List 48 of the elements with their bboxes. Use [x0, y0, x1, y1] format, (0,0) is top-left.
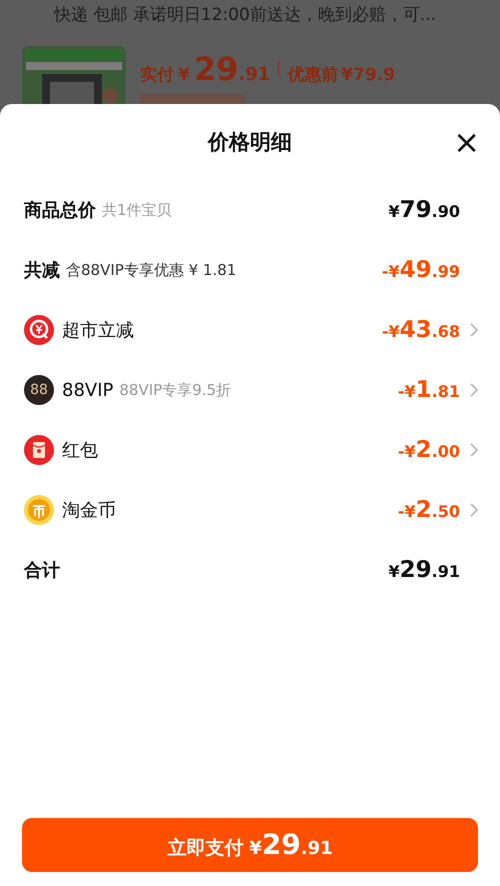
price-decimals: .90: [432, 202, 460, 221]
currency-sign: -¥: [398, 442, 416, 461]
row-label: 88VIP: [62, 380, 114, 400]
price-amount: 2: [416, 437, 432, 463]
vip-badge-icon: 88: [24, 375, 54, 405]
row-label: 合计: [24, 559, 60, 582]
chevron-right-icon[interactable]: [470, 323, 478, 337]
currency-sign: ¥: [388, 202, 400, 221]
price-amount: 2: [416, 497, 432, 523]
delivery-text: 快递 包邮 承诺明日12:00前送达，晚到必赔，可...: [52, 4, 438, 26]
original-price: ¥79.9: [341, 65, 396, 85]
envelope-icon: [24, 435, 54, 465]
paid-price-decimals: .91: [238, 64, 270, 85]
sheet-title: 价格明细: [208, 129, 292, 156]
row-note: 含88VIP专享优惠 ¥ 1.81: [66, 260, 236, 280]
price-decimals: .68: [432, 322, 460, 341]
row-label: 商品总价: [24, 199, 96, 222]
price-decimals: .91: [432, 562, 460, 581]
chevron-right-icon[interactable]: [470, 503, 478, 517]
price-decimals: .99: [432, 262, 460, 281]
original-price-label: 优惠前: [287, 64, 338, 86]
currency-sign: ¥: [178, 65, 190, 85]
chevron-right-icon[interactable]: [470, 383, 478, 397]
price-decimals: .50: [432, 502, 460, 521]
chevron-right-icon[interactable]: [470, 443, 478, 457]
price-decimals: .81: [432, 382, 460, 401]
paid-label: 实付: [140, 64, 174, 86]
price-amount: 1: [416, 377, 432, 403]
currency-sign: ¥: [388, 562, 400, 581]
coin-icon: [24, 495, 54, 525]
currency-sign: -¥: [382, 322, 400, 341]
row-label: 共减: [24, 259, 60, 282]
row-label: 淘金币: [62, 499, 116, 522]
yen-coin-icon: [24, 315, 54, 345]
close-button[interactable]: ×: [453, 128, 480, 156]
row-label: 超市立减: [62, 319, 134, 342]
currency-sign: -¥: [382, 262, 400, 281]
row-note: 88VIP专享9.5折: [119, 380, 232, 400]
price-amount: 29: [400, 557, 432, 583]
price-decimals: .00: [432, 442, 460, 461]
price-amount: 79: [400, 197, 432, 223]
price-amount: 49: [400, 257, 432, 283]
currency-sign: -¥: [398, 502, 416, 521]
row-note: 共1件宝贝: [102, 200, 172, 220]
currency-sign: -¥: [398, 382, 416, 401]
price-amount: 43: [400, 317, 432, 343]
paid-price: 29: [194, 50, 238, 88]
row-label: 红包: [62, 439, 98, 462]
